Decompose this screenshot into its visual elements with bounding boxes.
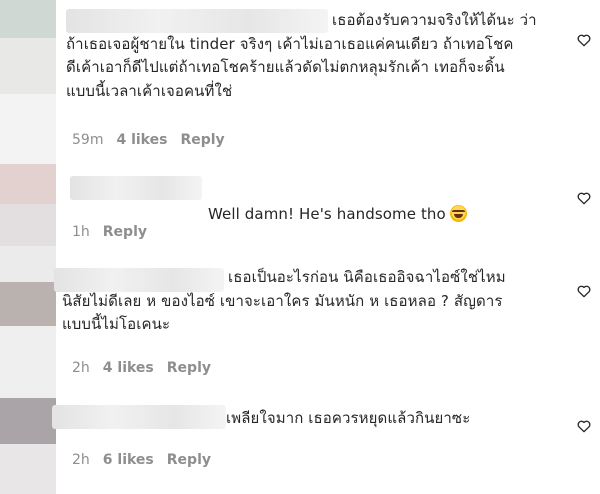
avatar[interactable] <box>0 164 56 204</box>
avatar-blur <box>0 444 56 494</box>
comment-timestamp[interactable]: 2h <box>72 360 90 376</box>
heart-outline-icon[interactable] <box>576 32 592 48</box>
avatar-blur <box>0 38 56 94</box>
heart-outline-icon[interactable] <box>576 190 592 206</box>
comment-text: Well damn! He's handsome tho <box>208 179 467 226</box>
avatar[interactable] <box>0 0 56 38</box>
avatar-blur <box>0 204 56 246</box>
likes-count[interactable]: 4 likes <box>103 360 154 376</box>
comment-text-body: Well damn! He's handsome tho <box>208 204 446 223</box>
avatar-column <box>0 0 56 494</box>
avatar-blur <box>0 246 56 282</box>
comment-meta: 2h 4 likes Reply <box>72 360 211 376</box>
username-redacted[interactable] <box>52 405 226 429</box>
comment-meta: 1h Reply <box>72 224 147 240</box>
reply-button[interactable]: Reply <box>103 224 147 240</box>
avatar-blur <box>0 326 56 398</box>
avatar-blur <box>0 94 56 164</box>
comment-timestamp[interactable]: 59m <box>72 132 103 148</box>
reply-button[interactable]: Reply <box>167 360 211 376</box>
likes-count[interactable]: 4 likes <box>116 132 167 148</box>
comment-meta: 2h 6 likes Reply <box>72 452 211 468</box>
comment-text: เธอเป็นอะไรก่อน นิคือเธออิจฉาไอซ์ใช่ไหม … <box>62 268 506 333</box>
reply-button[interactable]: Reply <box>167 452 211 468</box>
comment-text: เพลียใจมาก เธอควรหยุดแล้วกินยาซะ <box>226 409 471 427</box>
likes-count[interactable]: 6 likes <box>103 452 154 468</box>
comment-timestamp[interactable]: 1h <box>72 224 90 240</box>
avatar[interactable] <box>0 398 56 444</box>
laughing-tears-emoji <box>449 204 467 222</box>
heart-outline-icon[interactable] <box>576 418 592 434</box>
reply-button[interactable]: Reply <box>180 132 224 148</box>
username-redacted[interactable] <box>70 176 202 200</box>
comment-text: เธอต้องรับความจริงให้ได้นะ ว่า ถ้าเธอเจอ… <box>66 11 537 100</box>
avatar[interactable] <box>0 282 56 326</box>
comment-meta: 59m 4 likes Reply <box>72 132 225 148</box>
comment-timestamp[interactable]: 2h <box>72 452 90 468</box>
heart-outline-icon[interactable] <box>576 283 592 299</box>
